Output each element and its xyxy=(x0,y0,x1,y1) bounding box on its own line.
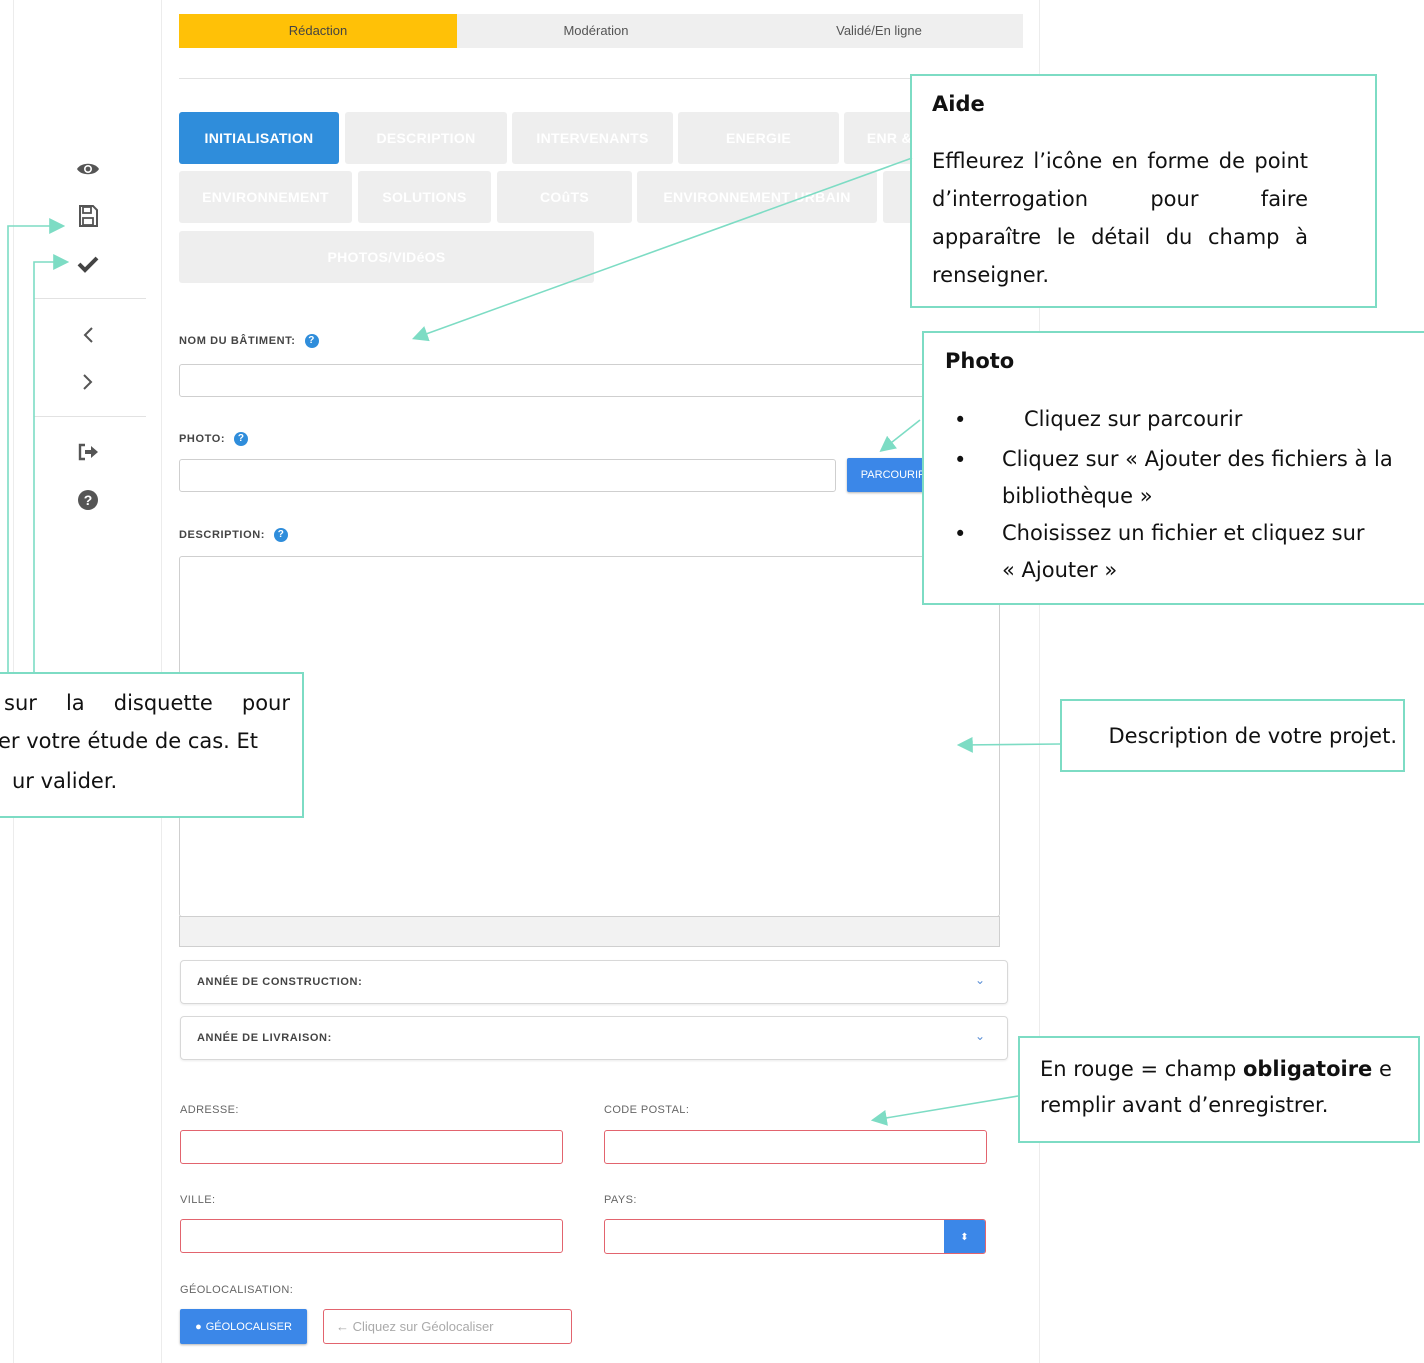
save-arrow xyxy=(7,218,66,672)
aide-arrow xyxy=(411,157,913,342)
connector-arrows xyxy=(7,157,1061,1126)
photo-arrow xyxy=(879,419,921,452)
description-arrow xyxy=(956,736,1061,753)
rouge-arrow xyxy=(870,1095,1019,1126)
check-arrow xyxy=(33,254,70,672)
